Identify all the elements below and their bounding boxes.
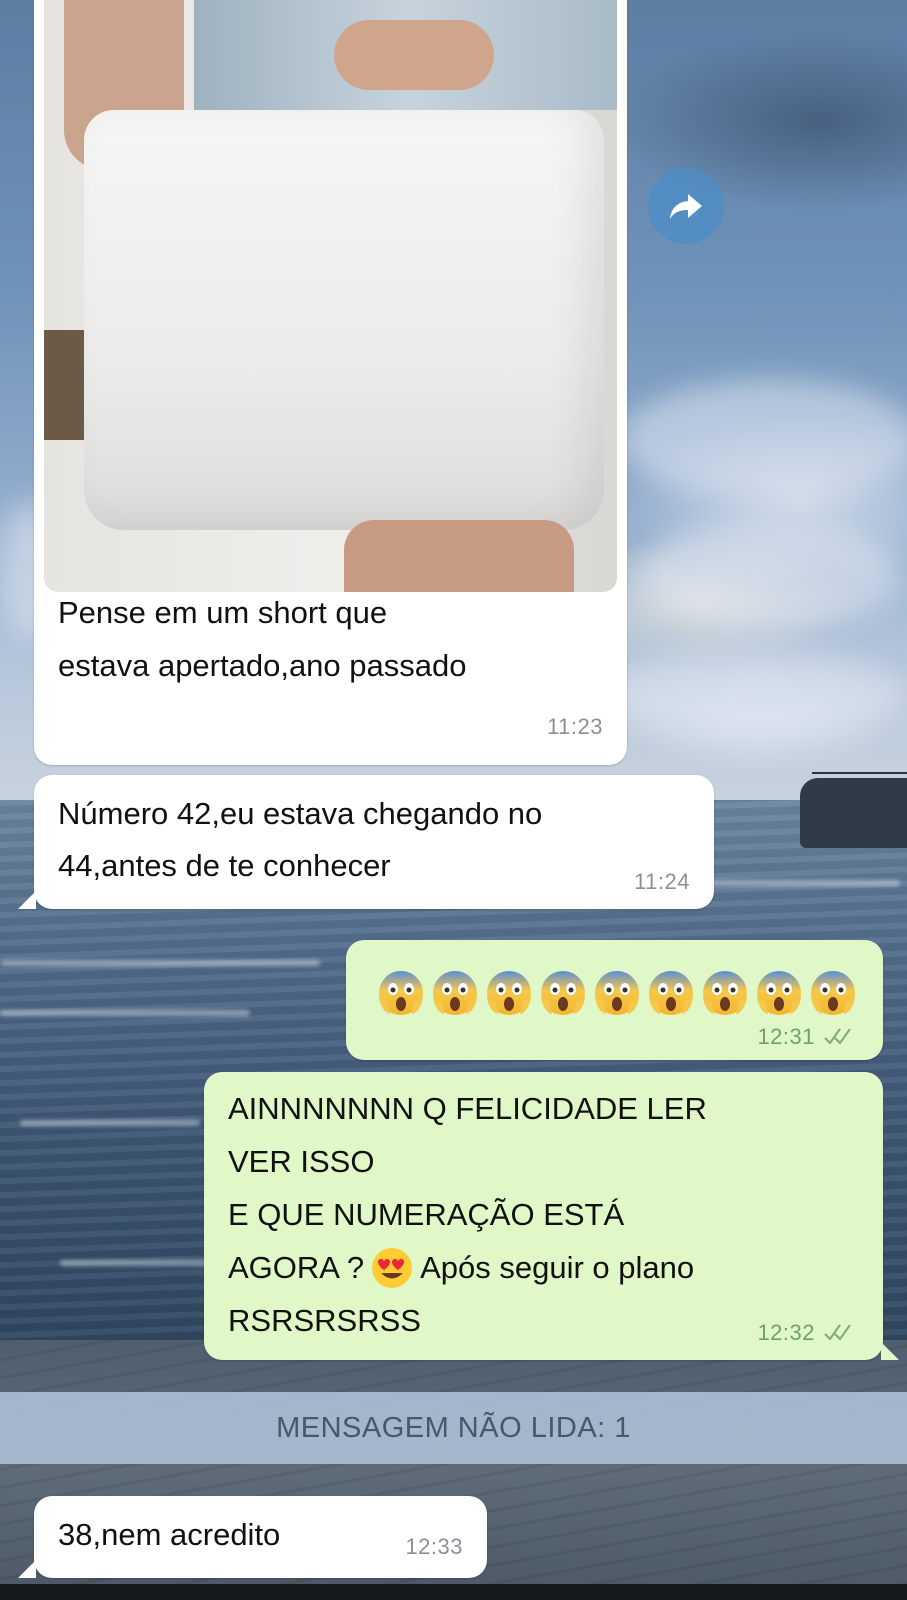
photo-detail <box>334 20 494 90</box>
message-outgoing-emoji[interactable]: 12:31 <box>346 940 883 1060</box>
cloud <box>640 520 900 630</box>
screaming-face-icon <box>811 971 855 1015</box>
photo-detail <box>344 520 574 592</box>
message-line-with-emoji: AGORA ? Após seguir o plano <box>228 1241 694 1294</box>
message-time: 11:24 <box>634 869 690 894</box>
forward-arrow-icon <box>670 194 702 219</box>
wave-foam <box>0 1010 250 1016</box>
message-incoming[interactable]: 38,nem acredito 12:33 <box>34 1496 487 1578</box>
message-text-line: estava apertado,ano passado <box>58 648 467 683</box>
message-time: 12:32 <box>757 1320 815 1345</box>
heart-eyes-face-icon <box>372 1247 413 1288</box>
unread-messages-divider: MENSAGEM NÃO LIDA: 1 <box>0 1392 907 1464</box>
message-text: 38,nem acredito <box>58 1517 281 1552</box>
message-incoming[interactable]: Número 42,eu estava chegando no 44,antes… <box>34 775 714 909</box>
message-text-line: E QUE NUMERAÇÃO ESTÁ <box>228 1197 625 1232</box>
screaming-face-icon <box>595 971 639 1015</box>
wave-foam <box>0 960 320 966</box>
message-photo[interactable] <box>44 0 617 592</box>
message-text-line: AINNNNNNN Q FELICIDADE LER <box>228 1091 707 1126</box>
message-time: 12:31 <box>757 1024 815 1049</box>
message-text-line: Pense em um short que <box>58 595 388 630</box>
forward-button[interactable] <box>648 168 724 244</box>
bubble-tail <box>18 891 36 909</box>
wave-foam <box>20 1120 200 1126</box>
message-text-line: AGORA ? <box>228 1250 365 1285</box>
wave-foam <box>700 880 900 886</box>
screaming-face-icon <box>541 971 585 1015</box>
message-text-line: Após seguir o plano <box>420 1250 695 1285</box>
screaming-face-icon <box>649 971 693 1015</box>
photo-detail <box>84 110 604 530</box>
pier <box>800 778 907 848</box>
message-time: 11:23 <box>547 714 603 739</box>
cloud <box>600 650 907 740</box>
message-outgoing[interactable]: AINNNNNNN Q FELICIDADE LER VER ISSO E QU… <box>204 1072 883 1360</box>
screaming-face-icon <box>433 971 477 1015</box>
double-check-icon <box>824 1324 851 1341</box>
message-text-line: Número 42,eu estava chegando no <box>58 796 543 831</box>
message-text-line: 44,antes de te conhecer <box>58 848 391 883</box>
screaming-face-icon <box>379 971 423 1015</box>
cloud <box>620 380 907 500</box>
bubble-tail <box>881 1342 899 1360</box>
screaming-face-icon <box>487 971 531 1015</box>
message-incoming-photo[interactable]: Pense em um short que estava apertado,an… <box>34 0 627 765</box>
pier-rail <box>812 772 907 780</box>
screaming-face-icon <box>703 971 747 1015</box>
emoji-row <box>376 968 858 1018</box>
double-check-icon <box>824 1028 851 1045</box>
bubble-tail <box>18 1560 36 1578</box>
message-text-line: RSRSRSRSS <box>228 1303 421 1338</box>
screaming-face-icon <box>757 971 801 1015</box>
message-text-line: VER ISSO <box>228 1144 375 1179</box>
message-time: 12:33 <box>405 1534 463 1559</box>
bottom-bar <box>0 1584 907 1600</box>
